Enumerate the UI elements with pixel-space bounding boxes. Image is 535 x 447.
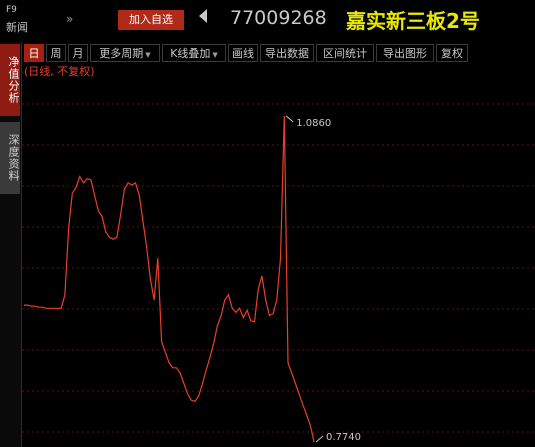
add-to-watchlist-button[interactable]: 加入自选 xyxy=(118,10,184,30)
side-tabs: 净值分析 深度资料 xyxy=(0,42,22,447)
range-stats-label: 区间统计 xyxy=(323,47,367,60)
news-link[interactable]: 新闻 xyxy=(6,19,28,35)
draw-line-button[interactable]: 画线 xyxy=(228,44,258,62)
period-week-button[interactable]: 周 xyxy=(46,44,66,62)
chart-mode-note: (日线, 不复权) xyxy=(24,65,95,78)
kline-overlay-label: K线叠加 xyxy=(170,47,211,60)
export-chart-button[interactable]: 导出图形 xyxy=(376,44,434,62)
export-data-label: 导出数据 xyxy=(265,47,309,60)
chart-series-layer xyxy=(24,115,315,443)
marker-arrow-icon xyxy=(285,115,294,123)
more-periods-label: 更多周期 xyxy=(99,47,144,60)
min-value-label: 0.7740 xyxy=(326,432,361,443)
top-bar: F9 新闻 » 加入自选 77009268 嘉实新三板2号 xyxy=(0,0,535,42)
period-month-label: 月 xyxy=(72,47,84,60)
period-day-label: 日 xyxy=(28,47,40,60)
chart-toolbar: 日 周 月 更多周期 ▼ K线叠加 ▼ 画线 导出数据 区间统计 导出图形 复权 xyxy=(22,43,535,63)
period-week-label: 周 xyxy=(50,47,62,60)
f9-label: F9 xyxy=(6,5,17,15)
min-value-marker: 0.7740 xyxy=(315,432,361,443)
export-data-button[interactable]: 导出数据 xyxy=(260,44,314,62)
kline-overlay-dropdown[interactable]: K线叠加 ▼ xyxy=(162,44,226,62)
tab-deep-info[interactable]: 深度资料 xyxy=(0,122,20,194)
dropdown-arrow-icon: ▼ xyxy=(212,51,218,59)
period-day-button[interactable]: 日 xyxy=(24,44,44,62)
nav-series-line xyxy=(24,115,315,443)
marker-arrow-icon xyxy=(315,435,324,443)
range-stats-button[interactable]: 区间统计 xyxy=(316,44,374,62)
nav-line-chart[interactable]: 1.0860 0.7740 xyxy=(22,80,535,447)
tab-nav-analysis[interactable]: 净值分析 xyxy=(0,44,20,116)
export-chart-label: 导出图形 xyxy=(383,47,427,60)
security-code: 77009268 xyxy=(230,7,327,29)
adjust-rights-button[interactable]: 复权 xyxy=(436,44,468,62)
period-month-button[interactable]: 月 xyxy=(68,44,88,62)
draw-line-label: 画线 xyxy=(232,47,254,60)
more-periods-dropdown[interactable]: 更多周期 ▼ xyxy=(90,44,160,62)
more-chevrons-icon[interactable]: » xyxy=(66,12,73,26)
chart-gridlines xyxy=(22,103,535,433)
chart-annotations-layer: 1.0860 0.7740 xyxy=(285,115,361,443)
max-value-label: 1.0860 xyxy=(296,118,331,129)
back-arrow-icon[interactable] xyxy=(199,9,207,23)
dropdown-arrow-icon: ▼ xyxy=(145,51,151,59)
max-value-marker: 1.0860 xyxy=(285,115,331,129)
adjust-rights-label: 复权 xyxy=(441,47,463,60)
security-name: 嘉实新三板2号 xyxy=(346,9,480,33)
